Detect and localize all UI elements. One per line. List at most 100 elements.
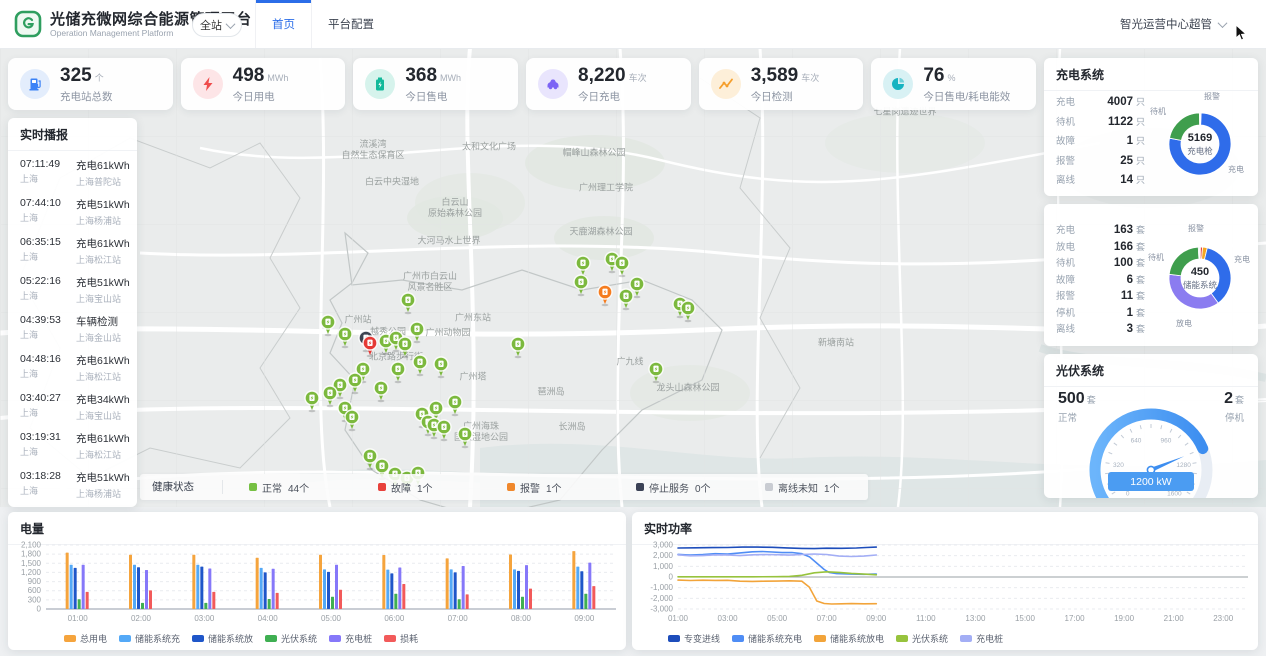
map-marker-normal[interactable] — [400, 292, 416, 315]
svg-text:960: 960 — [1161, 438, 1172, 445]
svg-text:1,800: 1,800 — [21, 550, 42, 559]
map-marker-normal[interactable] — [337, 326, 353, 349]
tab-home[interactable]: 首页 — [255, 0, 312, 48]
svg-text:0: 0 — [1126, 490, 1130, 497]
svg-text:-1,000: -1,000 — [650, 583, 673, 592]
broadcast-region: 上海 — [20, 367, 76, 380]
stat-label: 故障 — [1056, 133, 1084, 147]
kpi-label: 今日用电 — [233, 89, 275, 104]
svg-text:2,100: 2,100 — [21, 541, 42, 550]
map-marker-fault[interactable] — [362, 335, 378, 358]
legend-item[interactable]: 光伏系统 — [896, 632, 948, 645]
broadcast-time: 03:40:27 — [20, 392, 76, 404]
broadcast-station: 上海金山站 — [76, 331, 137, 344]
health-legend-item[interactable]: 正常 44个 — [223, 480, 352, 495]
stat-row: 故障 6 套 — [1056, 272, 1152, 289]
legend-item[interactable]: 储能系统放电 — [814, 632, 884, 645]
status-dot — [765, 483, 773, 491]
tab-platform-config[interactable]: 平台配置 — [312, 0, 390, 48]
map-marker-normal[interactable] — [397, 336, 413, 359]
stat-value: 1122 — [1084, 116, 1133, 128]
donut-segment-label: 充电 — [1234, 254, 1250, 265]
stat-row: 充电 4007 只 — [1056, 94, 1152, 114]
map-marker-normal[interactable] — [347, 372, 363, 395]
legend-item[interactable]: 总用电 — [64, 632, 107, 645]
map-marker-normal[interactable] — [344, 409, 360, 432]
legend-item[interactable]: 储能系统放 — [192, 632, 253, 645]
kpi-unit: 个 — [95, 73, 104, 83]
car-icon — [538, 69, 568, 99]
legend-swatch — [814, 635, 826, 642]
legend-item[interactable]: 充电桩 — [329, 632, 372, 645]
svg-text:02:00: 02:00 — [131, 614, 152, 623]
svg-text:0: 0 — [669, 573, 674, 582]
legend-label: 专变进线 — [684, 632, 720, 645]
map-marker-normal[interactable] — [390, 361, 406, 384]
map-marker-normal[interactable] — [433, 356, 449, 379]
energy-bar-chart: 03006009001,2001,5001,8002,10001:0002:00… — [8, 539, 626, 640]
broadcast-list[interactable]: 07:11:49上海 充电61kWh上海普陀站07:44:10上海 充电51kW… — [8, 151, 137, 505]
map-place-label: 帽峰山森林公园 — [562, 147, 625, 158]
svg-text:320: 320 — [1113, 462, 1124, 469]
legend-item[interactable]: 损耗 — [384, 632, 418, 645]
broadcast-event: 充电51kWh — [76, 197, 137, 212]
site-selector-dropdown[interactable]: 全站 — [192, 13, 242, 37]
broadcast-item: 05:22:16上海 充电51kWh上海宝山站 — [8, 270, 137, 309]
stat-label: 充电 — [1056, 222, 1084, 236]
map-marker-normal[interactable] — [447, 394, 463, 417]
map-marker-normal[interactable] — [510, 336, 526, 359]
map-marker-normal[interactable] — [320, 314, 336, 337]
user-menu[interactable]: 智光运营中心超管 — [1120, 0, 1226, 48]
map-place-label: 广州东站 — [455, 312, 491, 323]
legend-item[interactable]: 充电桩 — [960, 632, 1003, 645]
map-marker-normal[interactable] — [373, 380, 389, 403]
svg-text:1,200: 1,200 — [21, 568, 42, 577]
health-legend-item[interactable]: 离线未知 1个 — [739, 480, 868, 495]
broadcast-region: 上海 — [20, 406, 76, 419]
health-legend-item[interactable]: 故障 1个 — [352, 480, 481, 495]
status-dot — [249, 483, 257, 491]
map-marker-normal[interactable] — [680, 300, 696, 323]
svg-text:1280: 1280 — [1176, 462, 1191, 469]
battery-icon — [365, 69, 395, 99]
broadcast-item: 07:11:49上海 充电61kWh上海普陀站 — [8, 153, 137, 192]
legend-item[interactable]: 储能系统充电 — [732, 632, 802, 645]
map-marker-normal[interactable] — [614, 255, 630, 278]
broadcast-event: 车辆检测 — [76, 314, 137, 329]
map-marker-normal[interactable] — [648, 361, 664, 384]
map-marker-normal[interactable] — [304, 390, 320, 413]
broadcast-item: 04:48:16上海 充电61kWh上海松江站 — [8, 348, 137, 387]
kpi-label: 今日充电 — [578, 89, 620, 104]
broadcast-time: 05:22:16 — [20, 275, 76, 287]
map-marker-warning[interactable] — [597, 284, 613, 307]
kpi-value: 325个 — [60, 65, 104, 87]
broadcast-station: 上海杨浦站 — [76, 487, 137, 500]
map-marker-normal[interactable] — [573, 274, 589, 297]
map-marker-normal[interactable] — [322, 385, 338, 408]
svg-text:19:00: 19:00 — [1114, 614, 1135, 623]
map-marker-normal[interactable] — [436, 419, 452, 442]
legend-item[interactable]: 储能系统充 — [119, 632, 180, 645]
legend-label: 光伏系统 — [281, 632, 317, 645]
pv-power-badge: 1200 kW — [1108, 472, 1194, 491]
broadcast-region: 上海 — [20, 484, 76, 497]
efficiency-icon — [883, 69, 913, 99]
broadcast-region: 上海 — [20, 211, 76, 224]
map-marker-normal[interactable] — [457, 426, 473, 449]
broadcast-item: 04:39:53上海 车辆检测上海金山站 — [8, 309, 137, 348]
map-marker-normal[interactable] — [412, 354, 428, 377]
stat-label: 报警 — [1056, 288, 1084, 302]
map-place-label: 新塘南站 — [818, 337, 854, 348]
broadcast-event: 充电61kWh — [76, 158, 137, 173]
health-legend-item[interactable]: 停止服务 0个 — [610, 480, 739, 495]
legend-item[interactable]: 专变进线 — [668, 632, 720, 645]
status-dot — [507, 483, 515, 491]
legend-swatch — [64, 635, 76, 642]
svg-text:21:00: 21:00 — [1164, 614, 1185, 623]
energy-chart-legend: 总用电储能系统充储能系统放 光伏系统充电桩损耗 — [64, 632, 418, 645]
map-place-label: 白云山 原始森林公园 — [428, 197, 482, 220]
legend-item[interactable]: 光伏系统 — [265, 632, 317, 645]
site-selector-label: 全站 — [200, 17, 222, 33]
health-legend-item[interactable]: 报警 1个 — [481, 480, 610, 495]
map-marker-normal[interactable] — [618, 288, 634, 311]
